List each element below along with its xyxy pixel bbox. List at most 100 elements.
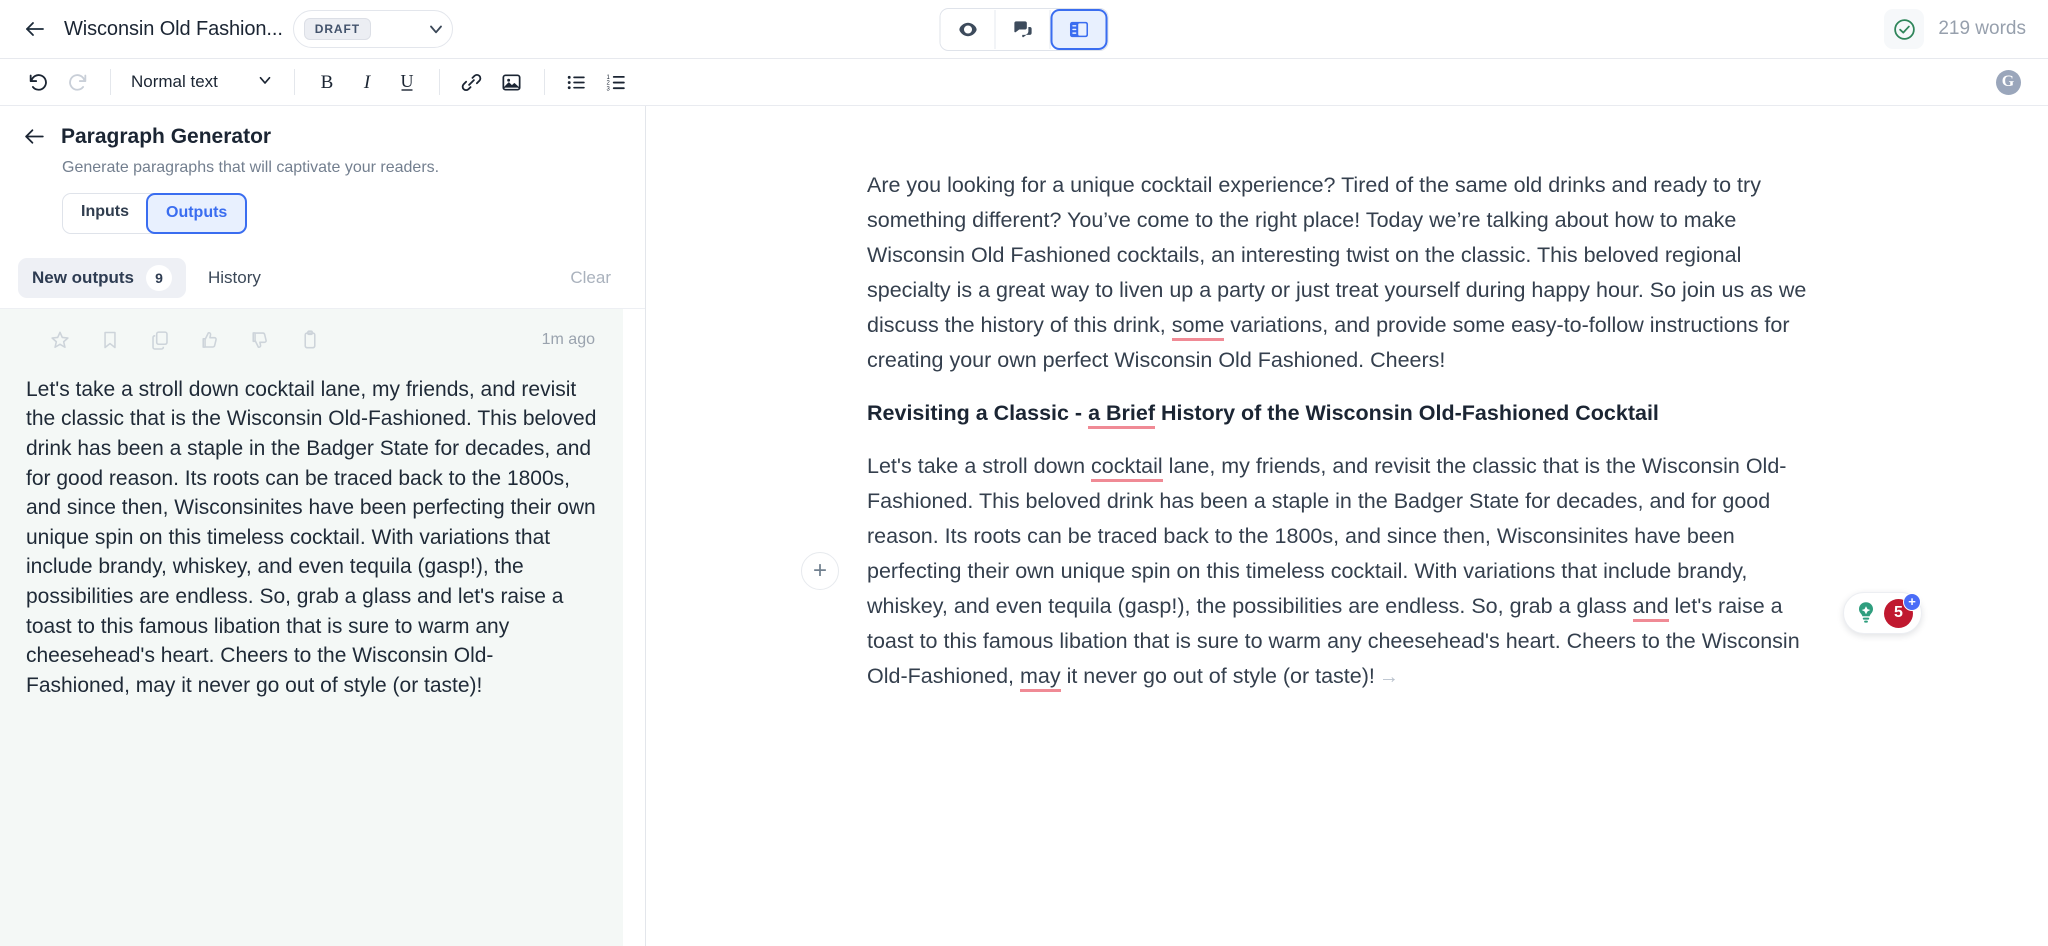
image-icon — [502, 73, 521, 91]
bold-button[interactable]: B — [307, 63, 347, 101]
underline-button[interactable]: U — [387, 63, 427, 101]
side-panel-button[interactable] — [1050, 8, 1108, 50]
thumbs-down-icon[interactable] — [242, 323, 278, 357]
format-toolbar: Normal text B I U 1 2 3 G — [0, 59, 2048, 106]
bookmark-icon[interactable] — [92, 323, 128, 357]
sidebar-header: Paragraph Generator Generate paragraphs … — [0, 106, 645, 234]
svg-text:U: U — [400, 71, 413, 91]
section-heading-part-b: History of the Wisconsin Old-Fashioned C… — [1154, 401, 1659, 426]
status-badge: DRAFT — [303, 18, 371, 40]
continue-arrow-icon[interactable]: → — [1375, 666, 1399, 688]
sidebar-back-button[interactable] — [22, 124, 47, 149]
outputs-scroll-region[interactable]: 1m ago Let's take a stroll down cocktail… — [0, 308, 645, 946]
output-card-actions: 1m ago — [22, 323, 601, 357]
header-right-group: 219 words — [1884, 9, 2048, 49]
new-outputs-label: New outputs — [32, 267, 134, 287]
eye-icon — [958, 22, 977, 36]
italic-button[interactable]: I — [347, 63, 387, 101]
grammarly-logo-icon: G — [1995, 69, 2021, 95]
view-mode-segmented-control — [939, 7, 1109, 51]
check-circle-icon — [1894, 18, 1915, 40]
copy-icon[interactable] — [142, 323, 178, 357]
svg-text:I: I — [363, 72, 372, 93]
preview-button[interactable] — [940, 9, 996, 49]
header-left-group: Wisconsin Old Fashion... DRAFT — [0, 8, 453, 50]
tab-inputs[interactable]: Inputs — [63, 194, 147, 233]
view-mode-group — [939, 7, 1109, 51]
chevron-down-icon — [256, 71, 274, 94]
chat-bubbles-icon — [1013, 20, 1032, 37]
toolbar-divider-3 — [438, 69, 440, 95]
grammarly-issue-count[interactable]: 5 + — [1884, 592, 1921, 628]
toolbar-divider-1 — [110, 69, 111, 95]
insert-image-button[interactable] — [492, 63, 532, 101]
back-button[interactable] — [14, 8, 56, 50]
numbered-list-icon: 1 2 3 — [607, 74, 626, 92]
paragraph-body-part-a: Let's take a stroll down — [867, 453, 1091, 478]
redo-button[interactable] — [58, 63, 98, 101]
redo-icon — [69, 74, 87, 91]
save-status-button[interactable] — [1884, 9, 1925, 49]
toolbar-divider-4 — [543, 69, 545, 95]
arrow-left-icon — [25, 129, 44, 144]
document-status-dropdown[interactable]: DRAFT — [292, 10, 453, 48]
grammarly-premium-plus-badge[interactable]: + — [1903, 592, 1921, 611]
chevron-down-icon — [426, 19, 446, 39]
toolbar-divider-2 — [293, 69, 295, 95]
comments-button[interactable] — [995, 9, 1051, 49]
grammar-suggestion-some[interactable]: some — [1171, 313, 1225, 342]
link-icon — [462, 73, 482, 91]
document-area: Are you looking for a unique cocktail ex… — [646, 106, 2048, 946]
text-style-dropdown[interactable]: Normal text — [123, 65, 282, 100]
sidebar-panel-icon — [1069, 21, 1089, 37]
app-root: Wisconsin Old Fashion... DRAFT 219 words… — [0, 0, 2048, 946]
tool-subtitle: Generate paragraphs that will captivate … — [62, 159, 440, 176]
grammarly-button[interactable]: G — [1988, 62, 2028, 102]
text-style-label: Normal text — [131, 72, 218, 91]
sidebar-title-row: Paragraph Generator — [22, 124, 623, 149]
grammar-suggestion-may[interactable]: may — [1019, 663, 1061, 692]
tool-sidebar: Paragraph Generator Generate paragraphs … — [0, 106, 646, 946]
history-tab[interactable]: History — [194, 261, 275, 295]
document-content[interactable]: Are you looking for a unique cocktail ex… — [801, 106, 1827, 772]
thumbs-up-icon[interactable] — [192, 323, 228, 357]
new-outputs-tab[interactable]: New outputs 9 — [18, 257, 186, 298]
tool-title: Paragraph Generator — [61, 124, 272, 148]
issue-count-value: 5 — [1894, 604, 1903, 621]
bold-icon: B — [321, 72, 334, 93]
io-tab-group: Inputs Outputs — [62, 193, 248, 234]
paragraph-body-part-d: it never go out of style (or taste)! — [1060, 663, 1375, 688]
word-count: 219 words — [1938, 18, 2026, 39]
top-header: Wisconsin Old Fashion... DRAFT 219 words — [0, 0, 2048, 59]
tab-outputs[interactable]: Outputs — [146, 193, 248, 234]
undo-button[interactable] — [18, 63, 58, 101]
section-heading[interactable]: Revisiting a Classic - a Brief History o… — [867, 396, 1827, 430]
grammar-suggestion-cocktail[interactable]: cocktail — [1091, 453, 1163, 482]
outputs-filter-bar: New outputs 9 History Clear — [0, 248, 645, 309]
paragraph-intro[interactable]: Are you looking for a unique cocktail ex… — [867, 168, 1827, 378]
grammar-suggestion-and[interactable]: and — [1632, 593, 1669, 622]
undo-icon — [29, 74, 47, 91]
lightbulb-icon — [1854, 600, 1878, 626]
bullet-list-icon — [568, 75, 586, 89]
clipboard-icon[interactable] — [292, 323, 328, 357]
output-card[interactable]: 1m ago Let's take a stroll down cocktail… — [0, 308, 623, 946]
numbered-list-button[interactable]: 1 2 3 — [597, 63, 637, 101]
paragraph-body[interactable]: Let's take a stroll down cocktail lane, … — [867, 449, 1827, 694]
main-body: Paragraph Generator Generate paragraphs … — [0, 106, 2048, 946]
bullet-list-button[interactable] — [557, 63, 597, 101]
star-icon[interactable] — [42, 323, 78, 357]
insert-link-button[interactable] — [452, 63, 492, 101]
document-scroll-region[interactable]: Are you looking for a unique cocktail ex… — [646, 106, 2048, 946]
clear-button[interactable]: Clear — [560, 261, 621, 295]
section-heading-part-a: Revisiting a Classic - — [867, 401, 1089, 426]
add-block-button[interactable]: + — [801, 552, 839, 590]
document-title: Wisconsin Old Fashion... — [64, 17, 283, 40]
toolbar-right-group: G — [1988, 62, 2048, 102]
grammarly-floating-widget[interactable]: 5 + — [1843, 592, 1922, 634]
svg-text:3: 3 — [607, 86, 611, 92]
output-text: Let's take a stroll down cocktail lane, … — [26, 377, 603, 697]
underline-icon: U — [400, 71, 413, 91]
grammar-suggestion-a-brief[interactable]: a Brief — [1088, 401, 1155, 430]
arrow-left-icon — [26, 22, 44, 36]
